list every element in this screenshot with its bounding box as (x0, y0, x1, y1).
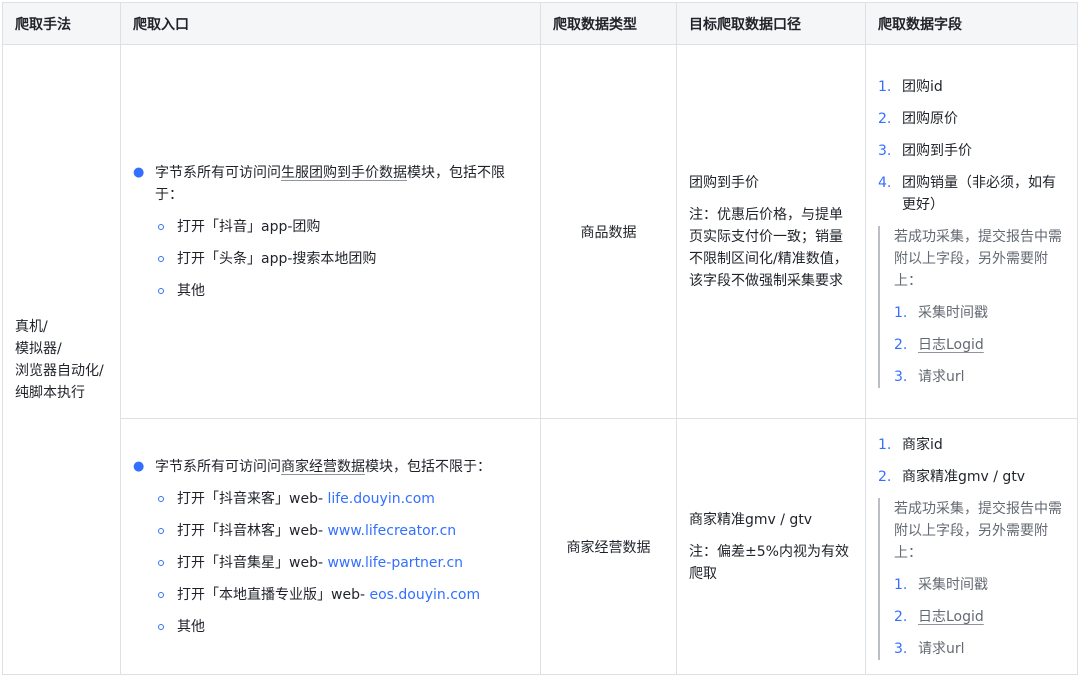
sub-item: 打开「抖音林客」web- www.lifecreator.cn (158, 522, 457, 539)
extra-item: 2. 日志Logid (894, 336, 984, 353)
url-link[interactable]: eos.douyin.com (369, 587, 480, 603)
header-type: 爬取数据类型 (540, 2, 677, 45)
quote-block: 若成功采集，提交报告中需附以上字段，另外需要附上： 1. 采集时间戳 2. 日志Lo… (878, 497, 1065, 660)
quote-text: 若成功采集，提交报告中需附以上字段，另外需要附上： (894, 228, 1062, 289)
entry-prefix: 字节系所有可访问问 (155, 458, 281, 475)
extra-item: 3. 请求url (894, 640, 965, 657)
table-row: ● 字节系所有可访问问商家经营数据模块，包括不限于： 打开「抖音来客」web- … (3, 418, 1078, 675)
table-header-row: 爬取手法 爬取入口 爬取数据类型 目标爬取数据口径 爬取数据字段 (2, 2, 1078, 45)
field-item: 1. 商家id (878, 436, 943, 453)
sub-list: 打开「抖音来客」web- life.douyin.com 打开「抖音林客」web… (133, 488, 528, 638)
scope-note: 注：优惠后价格，与提单页实际支付价一致；销量不限制区间化/精准数值，该字段不做强… (689, 206, 848, 289)
field-item: 3. 团购到手价 (878, 142, 972, 159)
field-item: 4. 团购销量（非必须，如有更好） (878, 174, 1056, 213)
entry-text: 字节系所有可访问问生服团购到手价数据模块，包括不限于： (155, 162, 528, 206)
bullet-dot-icon: ● (133, 458, 145, 474)
entry-underlined: 生服团购到手价数据 (281, 164, 407, 181)
extra-item: 2. 日志Logid (894, 608, 984, 625)
field-item: 1. 团购id (878, 78, 943, 95)
method-line: 模拟器/ (15, 340, 62, 357)
bullet-item: ● 字节系所有可访问问商家经营数据模块，包括不限于： (133, 456, 528, 478)
entry-suffix: 模块，包括不限于： (365, 458, 491, 475)
scope-cell: 团购到手价 注：优惠后价格，与提单页实际支付价一致；销量不限制区间化/精准数值，… (676, 44, 866, 419)
url-link[interactable]: life.douyin.com (327, 491, 435, 507)
sub-item-text: 打开「头条」app-搜索本地团购 (177, 250, 377, 267)
sub-list: 打开「抖音」app-团购 打开「头条」app-搜索本地团购 其他 (133, 216, 528, 302)
table-row: 真机/ 模拟器/ 浏览器自动化/ 纯脚本执行 ● 字节系所有可访问问生服团购到手… (2, 44, 1078, 675)
method-line: 纯脚本执行 (15, 384, 85, 401)
header-method: 爬取手法 (2, 2, 121, 45)
sub-item: 打开「头条」app-搜索本地团购 (155, 248, 528, 270)
scope-title: 商家精准gmv / gtv (689, 511, 813, 528)
sub-item: 打开「本地直播专业版」web- eos.douyin.com (158, 586, 481, 603)
scope-note: 注：偏差±5%内视为有效爬取 (689, 543, 849, 582)
quote-block: 若成功采集，提交报告中需附以上字段，另外需要附上： 1. 采集时间戳 2. 日志Lo… (878, 225, 1065, 388)
type-cell: 商家经营数据 (540, 418, 677, 675)
field-item: 2. 商家精准gmv / gtv (878, 468, 1026, 485)
entry-cell: ● 字节系所有可访问问商家经营数据模块，包括不限于： 打开「抖音来客」web- … (120, 418, 541, 675)
fields-cell: 1. 团购id 2. 团购原价 3. 团购到手价 4. 团购销量（非必须，如有更好） 若… (865, 44, 1078, 419)
extra-item: 1. 采集时间戳 (894, 304, 988, 321)
entry-underlined: 商家经营数据 (281, 458, 365, 475)
url-link[interactable]: www.life-partner.cn (327, 555, 463, 571)
sub-item: 其他 (155, 280, 528, 302)
quote-text: 若成功采集，提交报告中需附以上字段，另外需要附上： (894, 500, 1062, 561)
method-line: 真机/ (15, 318, 48, 335)
sub-item: 打开「抖音来客」web- life.douyin.com (158, 490, 435, 507)
sub-item: 打开「抖音集星」web- www.life-partner.cn (158, 554, 464, 571)
method-line: 浏览器自动化/ (15, 362, 104, 379)
fields-cell: 1. 商家id 2. 商家精准gmv / gtv 若成功采集，提交报告中需附以上字段… (865, 418, 1078, 675)
bullet-item: ● 字节系所有可访问问生服团购到手价数据模块，包括不限于： (133, 162, 528, 206)
method-cell: 真机/ 模拟器/ 浏览器自动化/ 纯脚本执行 (2, 44, 121, 675)
entry-text: 字节系所有可访问问商家经营数据模块，包括不限于： (155, 456, 491, 478)
scope-cell: 商家精准gmv / gtv 注：偏差±5%内视为有效爬取 (676, 418, 866, 675)
field-item: 2. 团购原价 (878, 110, 958, 127)
entry-prefix: 字节系所有可访问问 (155, 164, 281, 181)
url-link[interactable]: www.lifecreator.cn (327, 523, 456, 539)
sub-item: 其他 (158, 618, 205, 635)
header-scope: 目标爬取数据口径 (676, 2, 866, 45)
header-entry: 爬取入口 (120, 2, 541, 45)
extra-item: 1. 采集时间戳 (894, 576, 988, 593)
sub-item-text: 其他 (177, 282, 205, 299)
sub-item-text: 打开「抖音」app-团购 (177, 218, 321, 235)
crawl-spec-table: 爬取手法 爬取入口 爬取数据类型 目标爬取数据口径 爬取数据字段 真机/ 模拟器… (2, 2, 1078, 675)
entry-cell: ● 字节系所有可访问问生服团购到手价数据模块，包括不限于： 打开「抖音」app-… (120, 44, 541, 419)
type-cell: 商品数据 (540, 44, 677, 419)
extra-item: 3. 请求url (894, 368, 965, 385)
bullet-dot-icon: ● (133, 164, 145, 180)
sub-item: 打开「抖音」app-团购 (155, 216, 528, 238)
scope-title: 团购到手价 (689, 174, 759, 191)
header-fields: 爬取数据字段 (865, 2, 1078, 45)
